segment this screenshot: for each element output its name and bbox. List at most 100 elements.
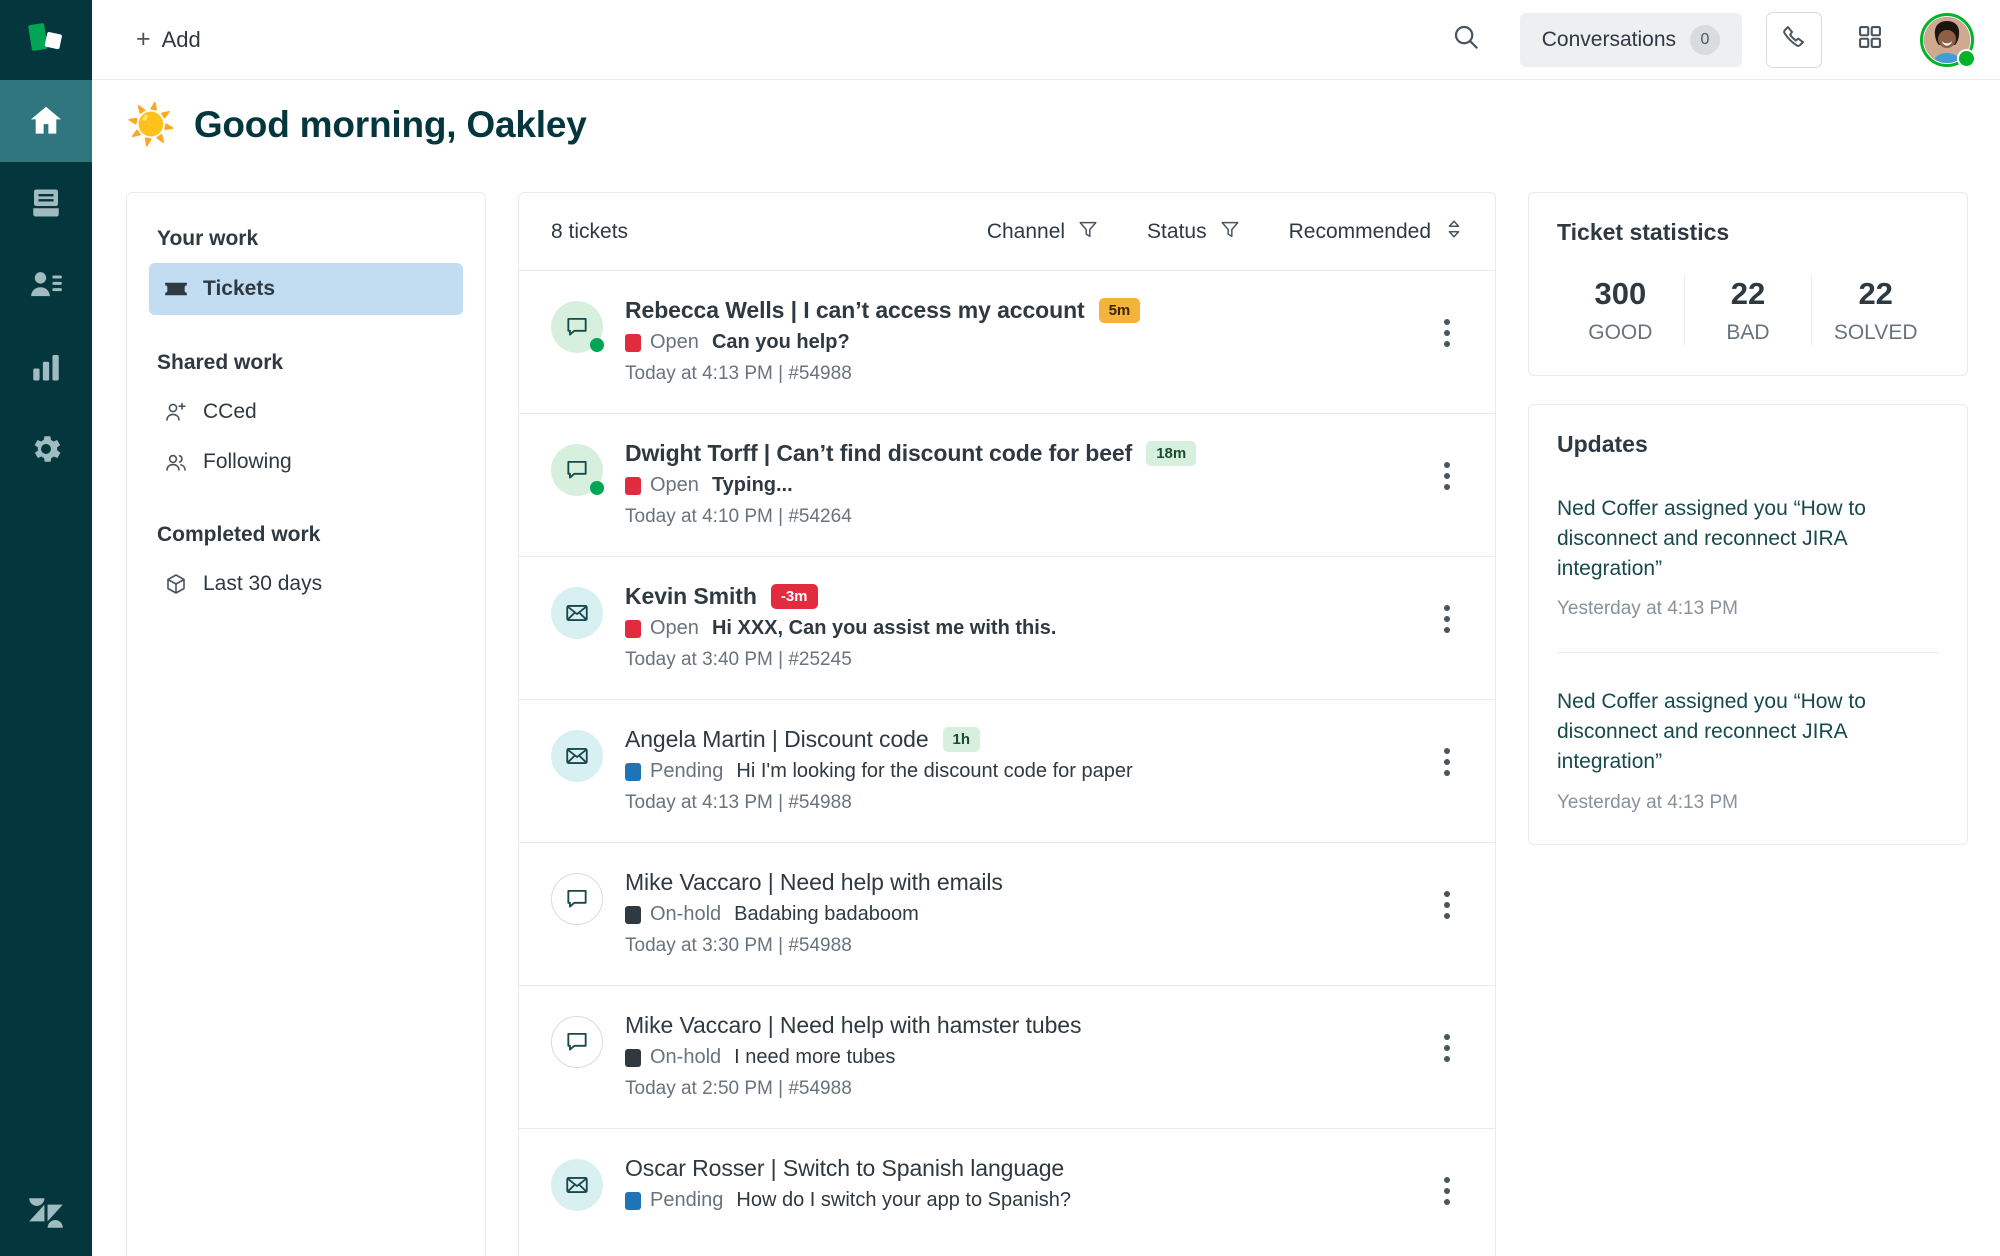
row-overflow-menu-button[interactable] bbox=[1427, 440, 1467, 490]
status-color-swatch bbox=[625, 619, 641, 638]
ticket-row-body: Kevin Smith -3m Open Hi XXX, Can you assist… bbox=[625, 583, 1417, 671]
ticket-title: Angela Martin | Discount code bbox=[625, 726, 929, 752]
ticket-row-body: Mike Vaccaro | Need help with hamster tu… bbox=[625, 1012, 1417, 1100]
work-section-heading: Completed work bbox=[157, 523, 321, 546]
status-color-swatch bbox=[625, 333, 641, 352]
stat-value: 22 bbox=[1730, 276, 1766, 311]
stat-label: SOLVED bbox=[1833, 321, 1918, 344]
ticket-title: Dwight Torff | Can’t find discount code … bbox=[625, 440, 1133, 466]
ticket-title-line: Oscar Rosser | Switch to Spanish languag… bbox=[625, 1155, 1417, 1182]
work-item-following[interactable]: Following bbox=[149, 437, 463, 487]
update-link[interactable]: Ned Coffer assigned you “How to disconne… bbox=[1557, 494, 1939, 583]
user-avatar[interactable] bbox=[1920, 12, 1976, 68]
stat-solved: 22 SOLVED bbox=[1811, 276, 1939, 345]
users-icon bbox=[163, 450, 189, 474]
ticket-title: Kevin Smith bbox=[625, 583, 757, 609]
work-item-last-30-days[interactable]: Last 30 days bbox=[149, 559, 463, 609]
ticket-title: Rebecca Wells | I can’t access my accoun… bbox=[625, 297, 1085, 323]
ticket-status-line: Open Typing... bbox=[625, 474, 1417, 497]
status-color-swatch bbox=[625, 1191, 641, 1210]
ticket-title: Oscar Rosser | Switch to Spanish languag… bbox=[625, 1155, 1065, 1181]
ticket-meta: Today at 4:13 PM | #54988 bbox=[625, 363, 852, 384]
zendesk-product-logo-icon bbox=[0, 0, 92, 80]
update-link[interactable]: Ned Coffer assigned you “How to disconne… bbox=[1557, 687, 1939, 776]
ticket-meta: Today at 4:10 PM | #54264 bbox=[625, 506, 852, 527]
sidebar-item-home[interactable] bbox=[0, 80, 92, 162]
row-overflow-menu-button[interactable] bbox=[1427, 583, 1467, 633]
message-snippet: Hi I'm looking for the discount code for… bbox=[736, 760, 1133, 782]
ticket-status-line: Pending How do I switch your app to Spani… bbox=[625, 1189, 1417, 1212]
update-item: Ned Coffer assigned you “How to disconne… bbox=[1557, 652, 1939, 813]
ticket-row[interactable]: Mike Vaccaro | Need help with emails On-h… bbox=[519, 843, 1495, 986]
status-label: Pending bbox=[650, 1189, 724, 1211]
phone-button[interactable] bbox=[1766, 11, 1822, 68]
add-button[interactable]: + Add bbox=[126, 21, 211, 59]
ticket-row[interactable]: Angela Martin | Discount code 1h Pending Hi… bbox=[519, 700, 1495, 843]
status-label: Open bbox=[650, 474, 699, 496]
ticket-statistics-card: Ticket statistics 300 GOOD 22 BAD 22 SOL bbox=[1528, 192, 1968, 376]
ticket-title-line: Mike Vaccaro | Need help with hamster tu… bbox=[625, 1012, 1417, 1039]
ticket-row[interactable]: Dwight Torff | Can’t find discount code … bbox=[519, 414, 1495, 557]
work-item-tickets[interactable]: Tickets bbox=[149, 263, 463, 315]
sidebar-item-admin[interactable] bbox=[0, 408, 92, 490]
ticket-title-line: Kevin Smith -3m bbox=[625, 583, 1417, 610]
sidebar-item-reporting[interactable] bbox=[0, 326, 92, 408]
ticket-row[interactable]: Kevin Smith -3m Open Hi XXX, Can you assist… bbox=[519, 557, 1495, 700]
ticket-status-line: On-hold I need more tubes bbox=[625, 1046, 1417, 1069]
email-channel-icon bbox=[551, 730, 603, 782]
ticket-status-line: Open Hi XXX, Can you assist me with this. bbox=[625, 617, 1417, 640]
row-overflow-menu-button[interactable] bbox=[1427, 1012, 1467, 1062]
chat-channel-icon bbox=[551, 873, 603, 925]
sidebar-item-views[interactable] bbox=[0, 162, 92, 244]
work-item-label: CCed bbox=[203, 400, 257, 423]
filter-status-button[interactable]: Status bbox=[1147, 218, 1241, 246]
updates-title: Updates bbox=[1557, 431, 1648, 457]
ticket-row[interactable]: Oscar Rosser | Switch to Spanish languag… bbox=[519, 1129, 1495, 1256]
status-color-swatch bbox=[625, 1048, 641, 1067]
message-snippet: I need more tubes bbox=[734, 1046, 896, 1068]
sidebar-item-customers[interactable] bbox=[0, 244, 92, 326]
ticket-count-label: 8 tickets bbox=[551, 219, 629, 243]
stat-bad: 22 BAD bbox=[1683, 276, 1812, 345]
search-button[interactable] bbox=[1440, 14, 1492, 66]
message-snippet: Badabing badaboom bbox=[734, 903, 919, 925]
ticket-row-body: Rebecca Wells | I can’t access my accoun… bbox=[625, 297, 1417, 385]
work-item-cced[interactable]: CCed bbox=[149, 387, 463, 437]
ticket-title-line: Rebecca Wells | I can’t access my accoun… bbox=[625, 297, 1417, 324]
email-channel-icon bbox=[551, 587, 603, 639]
search-icon bbox=[1451, 22, 1481, 57]
chat-channel-icon bbox=[551, 1016, 603, 1068]
work-section-heading: Your work bbox=[157, 227, 259, 250]
row-overflow-menu-button[interactable] bbox=[1427, 1155, 1467, 1205]
topbar-actions: Conversations 0 bbox=[1440, 11, 1976, 68]
sort-recommended-button[interactable]: Recommended bbox=[1289, 218, 1465, 246]
apps-button[interactable] bbox=[1844, 14, 1896, 66]
update-timestamp: Yesterday at 4:13 PM bbox=[1557, 791, 1738, 813]
requester-online-dot bbox=[590, 481, 604, 495]
sort-icon bbox=[1443, 218, 1465, 246]
row-overflow-menu-button[interactable] bbox=[1427, 726, 1467, 776]
ticket-title-line: Mike Vaccaro | Need help with emails bbox=[625, 869, 1417, 896]
message-snippet: Hi XXX, Can you assist me with this. bbox=[711, 617, 1057, 639]
row-overflow-menu-button[interactable] bbox=[1427, 869, 1467, 919]
stats-row: 300 GOOD 22 BAD 22 SOLVED bbox=[1557, 276, 1939, 345]
dashboard-body: Your work Tickets Shared work CCed Follo… bbox=[92, 170, 2000, 1256]
ticket-meta: Today at 4:13 PM | #54988 bbox=[625, 792, 852, 813]
ticket-icon bbox=[163, 276, 189, 302]
ticket-row[interactable]: Mike Vaccaro | Need help with hamster tu… bbox=[519, 986, 1495, 1129]
top-bar: + Add Conversations 0 bbox=[92, 0, 2000, 80]
conversations-label: Conversations bbox=[1541, 27, 1676, 51]
row-overflow-menu-button[interactable] bbox=[1427, 297, 1467, 347]
add-button-label: Add bbox=[161, 26, 201, 52]
ticket-status-line: On-hold Badabing badaboom bbox=[625, 903, 1417, 926]
ticket-row[interactable]: Rebecca Wells | I can’t access my accoun… bbox=[519, 271, 1495, 414]
conversations-pill[interactable]: Conversations 0 bbox=[1519, 12, 1742, 67]
stats-title: Ticket statistics bbox=[1557, 219, 1730, 245]
sla-badge: 1h bbox=[942, 727, 981, 752]
ticket-title-line: Dwight Torff | Can’t find discount code … bbox=[625, 440, 1417, 467]
status-label: Open bbox=[650, 331, 699, 353]
update-item: Ned Coffer assigned you “How to disconne… bbox=[1557, 488, 1939, 620]
filter-channel-label: Channel bbox=[986, 219, 1066, 243]
filter-channel-button[interactable]: Channel bbox=[987, 218, 1099, 246]
avatar-status-dot bbox=[1957, 48, 1976, 68]
